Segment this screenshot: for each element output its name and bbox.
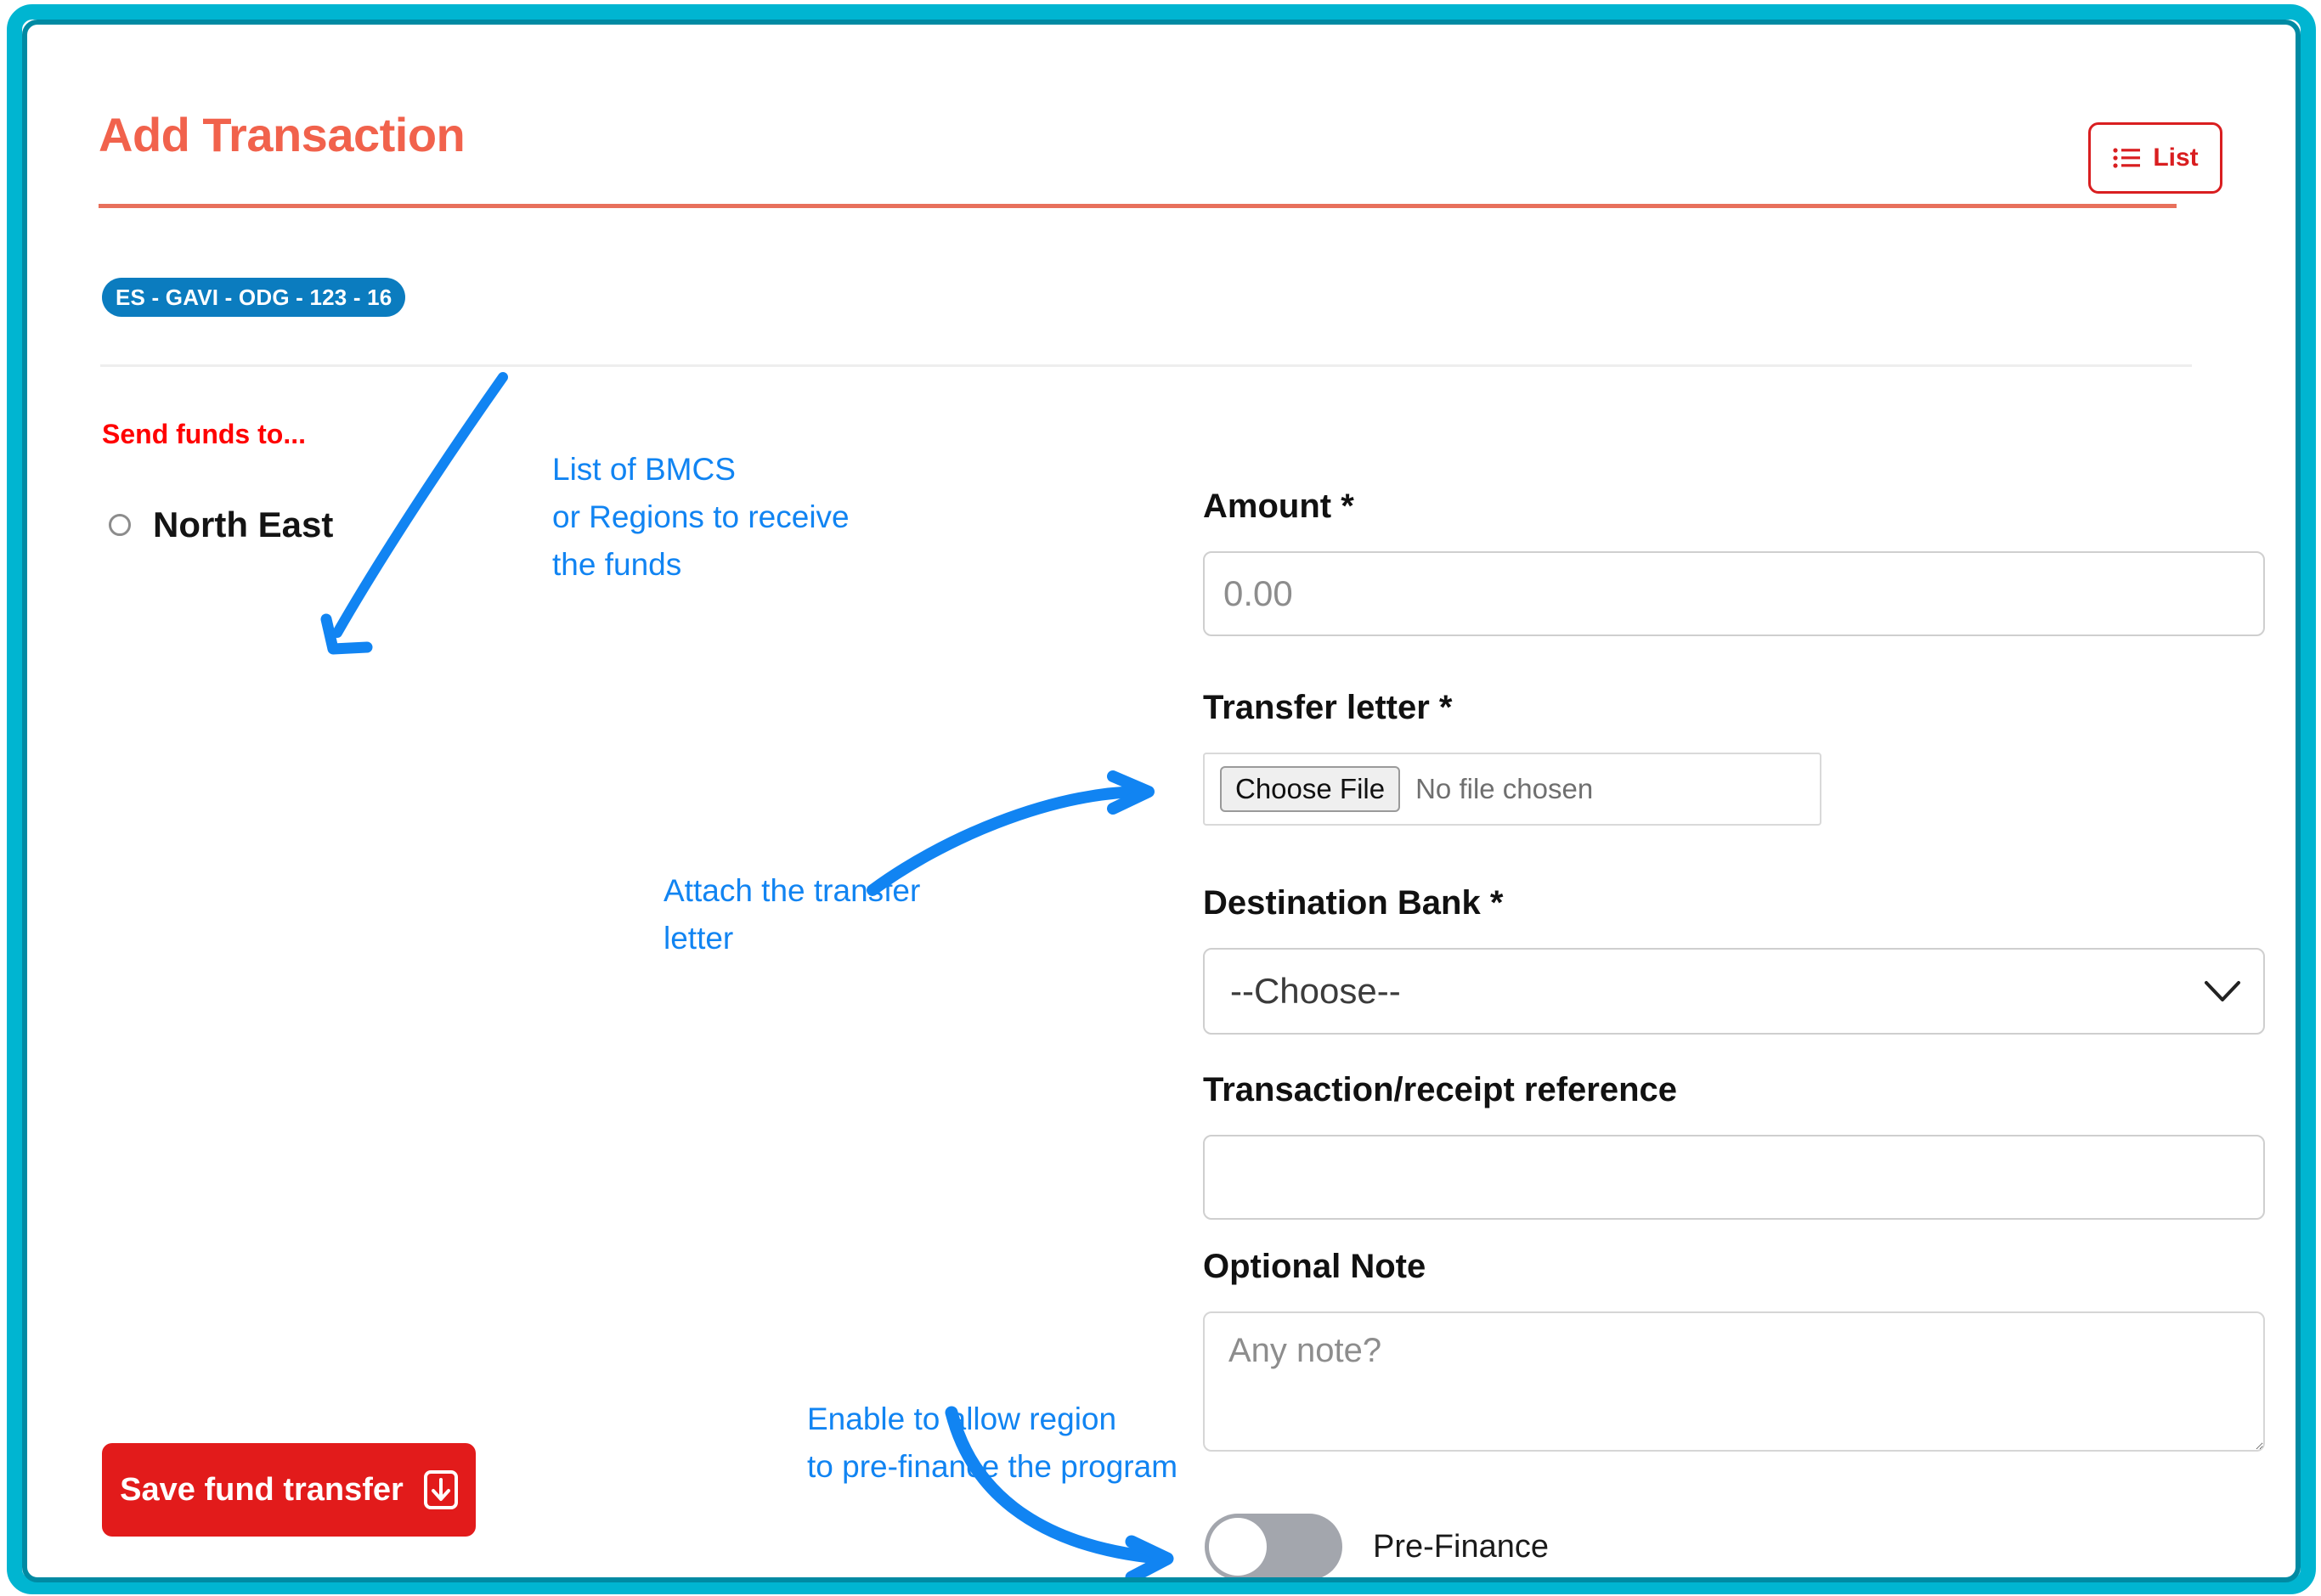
title-divider	[99, 204, 2177, 208]
amount-label: Amount *	[1203, 488, 1354, 525]
pre-finance-label: Pre-Finance	[1373, 1528, 1549, 1565]
optional-note-field-group: Optional Note	[1203, 1248, 2265, 1456]
optional-note-label: Optional Note	[1203, 1248, 1426, 1285]
amount-input[interactable]	[1203, 551, 2265, 636]
status-badge: ES - GAVI - ODG - 123 - 16	[102, 278, 406, 317]
recipient-label: North East	[153, 505, 334, 544]
page-content: Add Transaction List ES - GAVI - ODG - 1…	[27, 25, 2296, 1577]
pre-finance-toggle[interactable]	[1205, 1514, 1342, 1577]
list-icon	[2113, 148, 2141, 168]
annotation-transfer-letter: Attach the transfer letter	[664, 873, 921, 956]
choose-file-button[interactable]: Choose File	[1220, 766, 1401, 812]
arrow-to-recipients-head	[320, 613, 373, 655]
page-title: Add Transaction	[99, 108, 466, 161]
pre-finance-toggle-row: Pre-Finance	[1205, 1514, 1549, 1577]
arrow-to-file-input-head	[1107, 770, 1155, 815]
list-button[interactable]: List	[2088, 122, 2222, 194]
section-divider	[100, 364, 2192, 367]
file-status-text: No file chosen	[1415, 773, 1594, 804]
send-funds-label: Send funds to...	[102, 419, 306, 449]
page-header: Add Transaction List	[73, 97, 2222, 194]
destination-bank-value: --Choose--	[1230, 971, 1401, 1011]
optional-note-textarea[interactable]	[1203, 1311, 2265, 1452]
transfer-letter-label: Transfer letter *	[1203, 689, 1453, 726]
save-download-icon	[423, 1470, 458, 1509]
arrow-to-toggle-head	[1125, 1535, 1174, 1577]
destination-bank-field-group: Destination Bank * --Choose--	[1203, 884, 2265, 1035]
annotation-recipients: List of BMCS or Regions to receive the f…	[552, 452, 850, 583]
radio-button-icon[interactable]	[109, 514, 131, 536]
destination-bank-select[interactable]: --Choose--	[1203, 948, 2265, 1035]
amount-field-group: Amount *	[1203, 488, 2265, 636]
arrow-to-recipients	[332, 372, 508, 638]
chevron-down-icon	[2205, 981, 2240, 1001]
recipient-option-north-east[interactable]: North East	[109, 505, 333, 545]
reference-label: Transaction/receipt reference	[1203, 1071, 1678, 1108]
reference-field-group: Transaction/receipt reference	[1203, 1071, 2265, 1220]
toggle-knob	[1209, 1518, 1267, 1576]
transfer-letter-file-input[interactable]: Choose File No file chosen	[1203, 753, 1821, 826]
annotation-pre-finance: Enable to allow region to pre-finance th…	[807, 1401, 1178, 1485]
reference-input[interactable]	[1203, 1135, 2265, 1220]
transfer-letter-field-group: Transfer letter * Choose File No file ch…	[1203, 689, 2265, 826]
save-button-label: Save fund transfer	[120, 1471, 404, 1508]
destination-bank-label: Destination Bank *	[1203, 884, 1504, 922]
list-button-label: List	[2153, 144, 2199, 172]
screenshot-root: Add Transaction List ES - GAVI - ODG - 1…	[0, 0, 2321, 1596]
save-fund-transfer-button[interactable]: Save fund transfer	[102, 1443, 476, 1537]
